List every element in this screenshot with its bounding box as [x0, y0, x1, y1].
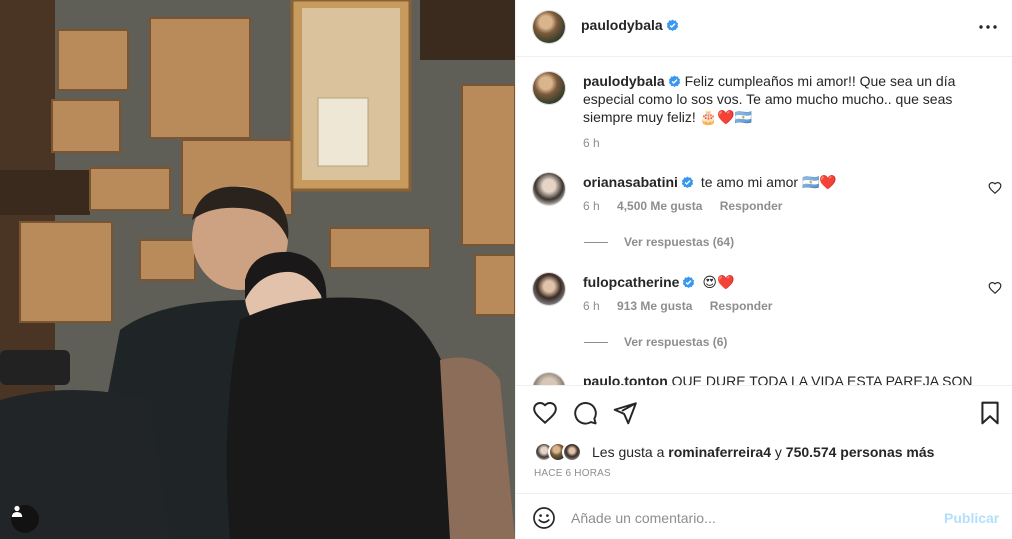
comment-bubble-icon[interactable] [572, 400, 598, 426]
likes-middle: y [771, 444, 786, 460]
view-replies-button[interactable]: Ver respuestas (6) [584, 335, 727, 349]
post-header: paulodybala [516, 0, 1012, 57]
comment-avatar[interactable] [533, 173, 565, 205]
comment-item-partial: paulo.tonton QUE DURE TODA LA VIDA ESTA … [533, 369, 993, 385]
verified-badge-icon [683, 276, 695, 289]
comment-body: paulo.tonton QUE DURE TODA LA VIDA ESTA … [583, 373, 973, 385]
more-options-icon [979, 25, 997, 29]
replies-divider [584, 341, 608, 343]
user-tag-button[interactable] [11, 505, 39, 533]
caption-username[interactable]: paulodybala [583, 73, 665, 89]
comments-list[interactable]: paulodybala Feliz cumpleaños mi amor!! Q… [516, 57, 1012, 385]
comment-username[interactable]: fulopcatherine [583, 274, 679, 290]
comment-username[interactable]: paulo.tonton [583, 373, 668, 385]
replies-divider [584, 241, 608, 243]
comment-likes[interactable]: 4,500 Me gusta [617, 199, 702, 213]
likes-text: Les gusta a rominaferreira4 y 750.574 pe… [592, 444, 934, 460]
comment-meta: 6 h 913 Me gusta Responder [583, 299, 786, 313]
comment-text: QUE DURE TODA LA VIDA ESTA PAREJA SON [671, 373, 973, 385]
heart-icon[interactable] [532, 400, 558, 426]
view-replies-button[interactable]: Ver respuestas (64) [584, 235, 734, 249]
liker-avatars [534, 442, 590, 462]
user-tag-icon [11, 505, 23, 517]
author-name-row: paulodybala [581, 17, 679, 35]
likes-summary: Les gusta a rominaferreira4 y 750.574 pe… [534, 441, 934, 463]
reply-button[interactable]: Responder [720, 199, 783, 213]
comment-body: fulopcatherine 😍❤️ [583, 273, 734, 291]
comment-avatar[interactable] [533, 373, 565, 385]
comment-likes[interactable]: 913 Me gusta [617, 299, 692, 313]
comment-time[interactable]: 6 h [583, 299, 600, 313]
verified-badge-icon [668, 75, 680, 88]
comment-meta: 6 h 4,500 Me gusta Responder [583, 199, 796, 213]
emoji-smile-icon[interactable] [532, 506, 556, 530]
bookmark-icon[interactable] [977, 400, 1003, 426]
comment-time[interactable]: 6 h [583, 199, 600, 213]
caption-time[interactable]: 6 h [583, 134, 993, 152]
comment-like-heart-icon[interactable] [988, 181, 1002, 195]
comment-text: 😍❤️ [702, 274, 735, 290]
likes-count[interactable]: 750.574 personas más [786, 444, 935, 460]
liker-avatar[interactable] [562, 442, 582, 462]
add-comment-bar: Publicar [516, 493, 1012, 539]
author-username[interactable]: paulodybala [581, 17, 663, 33]
verified-badge-icon [681, 176, 694, 189]
comment-like-heart-icon[interactable] [988, 281, 1002, 295]
comment-username[interactable]: orianasabatini [583, 174, 678, 190]
post-actions: Les gusta a rominaferreira4 y 750.574 pe… [516, 385, 1012, 493]
view-replies-label: Ver respuestas (6) [624, 335, 728, 349]
post-timestamp[interactable]: HACE 6 HORAS [534, 468, 611, 479]
publish-button[interactable]: Publicar [944, 510, 999, 526]
more-options-button[interactable] [977, 16, 999, 38]
post-photo[interactable] [0, 0, 515, 539]
caption-text-block: paulodybala Feliz cumpleaños mi amor!! Q… [583, 72, 993, 152]
post-side-panel: paulodybala paulodybala Feliz cumpleaños… [515, 0, 1012, 539]
likes-prefix: Les gusta a [592, 444, 669, 460]
view-replies-label: Ver respuestas (64) [624, 235, 735, 249]
comment-body: orianasabatini te amo mi amor 🇦🇷❤️ [583, 173, 837, 191]
author-avatar[interactable] [533, 11, 565, 43]
comment-text: te amo mi amor 🇦🇷❤️ [700, 174, 837, 190]
reply-button[interactable]: Responder [710, 299, 773, 313]
paper-plane-icon[interactable] [612, 400, 638, 426]
comment-avatar[interactable] [533, 273, 565, 305]
comment-input[interactable] [571, 505, 931, 531]
liker-username[interactable]: rominaferreira4 [668, 444, 771, 460]
photo-illustration [0, 0, 515, 539]
caption-avatar[interactable] [533, 72, 565, 104]
verified-badge-icon [666, 19, 678, 32]
